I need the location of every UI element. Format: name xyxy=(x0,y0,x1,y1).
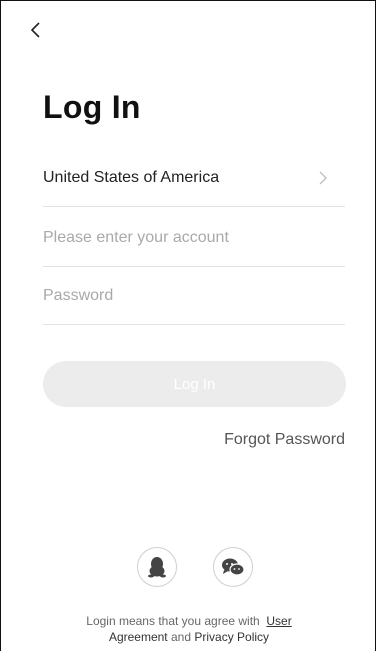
wechat-login-button[interactable] xyxy=(213,547,253,587)
page-title: Log In xyxy=(43,89,141,125)
legal-notice: Login means that you agree with User Agr… xyxy=(1,613,376,645)
country-label: United States of America xyxy=(43,168,220,186)
account-row xyxy=(43,209,345,267)
forgot-password-link[interactable]: Forgot Password xyxy=(224,431,345,449)
chevron-right-icon xyxy=(319,171,327,185)
qq-login-button[interactable] xyxy=(137,547,177,587)
login-button[interactable]: Log In xyxy=(43,361,346,407)
privacy-policy-link[interactable]: Privacy Policy xyxy=(194,630,269,644)
legal-prefix: Login means that you agree with xyxy=(86,614,260,628)
account-input[interactable] xyxy=(43,228,345,247)
legal-line-1: Login means that you agree with User xyxy=(1,613,376,629)
back-button[interactable] xyxy=(25,19,47,41)
password-input[interactable] xyxy=(43,286,345,305)
login-screen: Log In United States of America Log In F… xyxy=(0,0,376,651)
wechat-icon xyxy=(222,558,245,576)
country-selector[interactable]: United States of America xyxy=(43,149,345,207)
user-agreement-link-part1[interactable]: User xyxy=(266,614,291,628)
legal-line-2: Agreement and Privacy Policy xyxy=(1,629,376,645)
qq-penguin-icon xyxy=(148,557,166,578)
legal-and: and xyxy=(170,630,192,644)
chevron-left-icon xyxy=(30,22,40,38)
user-agreement-link-part2[interactable]: Agreement xyxy=(109,630,168,644)
password-row xyxy=(43,267,345,325)
